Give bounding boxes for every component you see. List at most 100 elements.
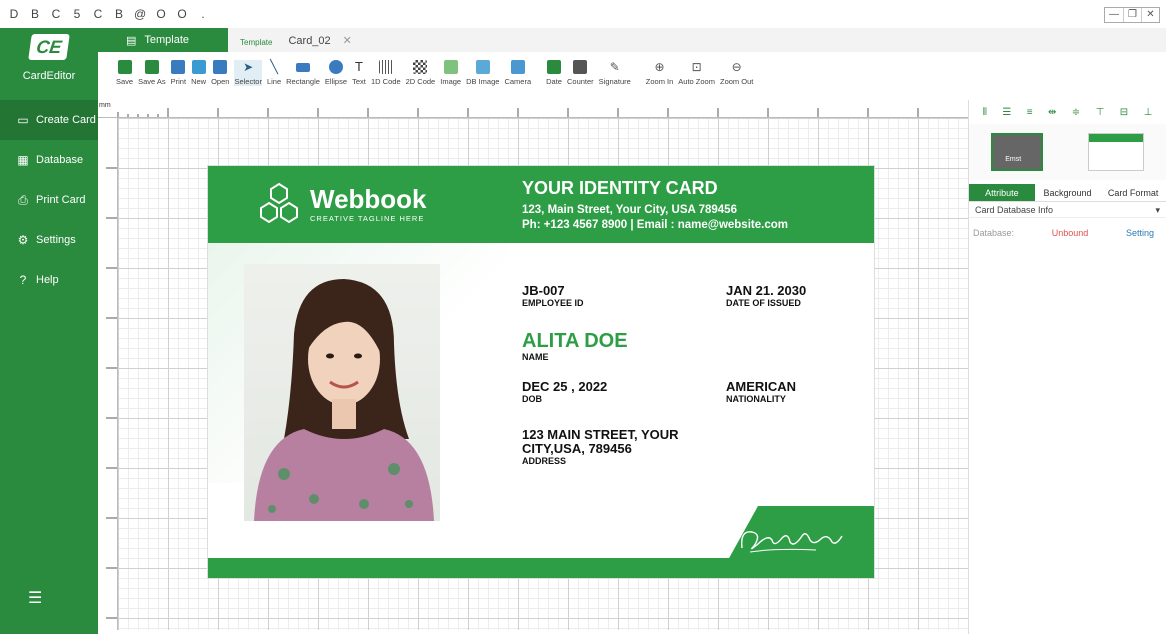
align-bottom-icon[interactable]: ⊥: [1144, 107, 1153, 118]
image-tool[interactable]: Image: [440, 60, 461, 86]
qrcode-2d-tool[interactable]: 2D Code: [406, 60, 435, 86]
selector-tool[interactable]: ➤ Selector: [234, 60, 262, 86]
app-name: CardEditor: [22, 70, 76, 82]
window-controls: — ❐ ✕: [1104, 7, 1160, 23]
auto-zoom-icon: ⊡: [691, 60, 702, 74]
sidebar-item-label: Database: [36, 154, 84, 166]
name-field[interactable]: ALITA DOE NAME: [522, 330, 628, 363]
employee-photo[interactable]: [244, 264, 440, 521]
date-tool[interactable]: Date: [546, 60, 562, 86]
counter-tool[interactable]: Counter: [567, 60, 594, 86]
distribute-vertical-icon[interactable]: ≑: [1072, 107, 1080, 118]
date-issued-label: DATE OF ISSUED: [726, 298, 801, 308]
sidebar-item-label: Create Card: [36, 114, 96, 126]
sidebar-item-label: Print Card: [36, 194, 86, 206]
print-button[interactable]: Print: [171, 60, 186, 86]
line-tool[interactable]: ╲ Line: [267, 59, 281, 87]
ruler-ticks-vertical: [106, 167, 117, 619]
brand-logo[interactable]: Webbook CREATIVE TAGLINE HERE: [256, 182, 427, 226]
sidebar-item-settings[interactable]: ⚙ Settings: [0, 220, 98, 260]
camera-icon: [510, 60, 525, 74]
address-field[interactable]: 123 MAIN STREET, YOUR CITY,USA, 789456 A…: [522, 428, 679, 467]
signature-tool[interactable]: ✎ Signature: [599, 60, 631, 86]
card-title[interactable]: YOUR IDENTITY CARD: [522, 178, 718, 199]
align-right-icon[interactable]: ≡: [1027, 107, 1033, 118]
db-image-tool[interactable]: DB Image: [466, 60, 499, 86]
save-as-icon: [144, 60, 159, 74]
card-side-thumbnails: Emst: [969, 124, 1166, 180]
tab-attribute[interactable]: Attribute: [969, 184, 1035, 202]
zoom-in-button[interactable]: ⊕ Zoom In: [646, 60, 674, 86]
align-middle-icon[interactable]: ⊟: [1120, 107, 1128, 118]
address-value-line2: CITY,USA, 789456: [522, 441, 632, 456]
collapse-menu-icon[interactable]: ☰: [28, 588, 42, 608]
history-icon[interactable]: O: [176, 7, 188, 21]
front-thumbnail[interactable]: Emst: [991, 133, 1044, 171]
text-tool[interactable]: T Text: [352, 60, 366, 87]
rectangle-tool[interactable]: Rectangle: [286, 60, 320, 86]
nationality-label: NATIONALITY: [726, 394, 786, 404]
sidebar-item-create-card[interactable]: ▭ Create Card: [0, 100, 98, 140]
barcode-1d-tool[interactable]: 1D Code: [371, 60, 401, 86]
vertical-ruler: [98, 118, 118, 630]
new-card-icon: [191, 60, 206, 74]
sidebar-item-print-card[interactable]: ⎙ Print Card: [0, 180, 98, 220]
card-company-address[interactable]: 123, Main Street, Your City, USA 789456: [522, 204, 737, 216]
close-window-icon[interactable]: ✕: [1141, 8, 1159, 22]
folder-icon: [213, 60, 228, 74]
line-icon: ╲: [270, 59, 278, 74]
tab-template-sub[interactable]: Template: [228, 38, 284, 52]
align-top-icon[interactable]: ⊤: [1096, 107, 1105, 118]
tab-background[interactable]: Background: [1034, 184, 1101, 202]
id-card[interactable]: Webbook CREATIVE TAGLINE HERE YOUR IDENT…: [208, 166, 874, 578]
clock-icon[interactable]: O: [155, 7, 167, 21]
sidebar-item-label: Help: [36, 274, 59, 286]
sidebar-item-database[interactable]: ▦ Database: [0, 140, 98, 180]
sidebar-item-label: Settings: [36, 234, 76, 246]
sidebar-item-help[interactable]: ? Help: [0, 260, 98, 300]
design-canvas[interactable]: Webbook CREATIVE TAGLINE HERE YOUR IDENT…: [118, 118, 968, 630]
camera-tool[interactable]: Camera: [504, 60, 531, 86]
align-left-icon[interactable]: ⫴: [983, 107, 987, 118]
align-center-icon[interactable]: ☰: [1002, 107, 1011, 118]
card-contact[interactable]: Ph: +123 4567 8900 | Email : name@websit…: [522, 219, 788, 231]
tab-card-02[interactable]: Card_02 ✕: [284, 34, 357, 52]
ruler-unit: mm: [99, 102, 111, 109]
quick-access-bar: D B C 5 C B @ O O . — ❐ ✕: [0, 0, 1166, 28]
auto-zoom-button[interactable]: ⊡ Auto Zoom: [678, 60, 715, 86]
distribute-horizontal-icon[interactable]: ⇹: [1048, 107, 1056, 118]
grid-icon[interactable]: B: [113, 7, 125, 21]
panel-tabs: Attribute Background Card Format: [969, 184, 1166, 202]
save-icon[interactable]: B: [29, 7, 41, 21]
undo-icon[interactable]: 5: [71, 7, 83, 21]
chevron-down-icon: ▾: [1155, 205, 1160, 215]
alignment-toolbar: ⫴ ☰ ≡ ⇹ ≑ ⊤ ⊟ ⊥: [969, 100, 1166, 124]
dob-field[interactable]: DEC 25 , 2022 DOB: [522, 380, 607, 405]
maximize-icon[interactable]: ❐: [1123, 8, 1141, 22]
minimize-icon[interactable]: —: [1105, 8, 1123, 22]
zoom-out-button[interactable]: ⊖ Zoom Out: [720, 60, 753, 86]
employee-id-field[interactable]: JB-007 EMPLOYEE ID: [522, 284, 584, 309]
save-button[interactable]: Save: [116, 60, 133, 86]
dropdown-icon[interactable]: .: [197, 7, 209, 21]
save-as-button[interactable]: Save As: [138, 60, 166, 86]
calendar-icon: [547, 60, 562, 74]
new-button[interactable]: New: [191, 60, 206, 86]
back-thumbnail[interactable]: [1087, 133, 1144, 171]
new-doc-icon[interactable]: D: [8, 7, 20, 21]
open-button[interactable]: Open: [211, 60, 229, 86]
database-info-dropdown[interactable]: Card Database Info ▾: [969, 202, 1166, 218]
card-header[interactable]: Webbook CREATIVE TAGLINE HERE YOUR IDENT…: [208, 166, 874, 243]
database-setting-link[interactable]: Setting: [1126, 228, 1154, 238]
ellipse-tool[interactable]: Ellipse: [325, 60, 347, 86]
tab-card-format[interactable]: Card Format: [1100, 184, 1166, 202]
refresh-icon[interactable]: C: [50, 7, 62, 21]
web-icon[interactable]: @: [134, 7, 146, 21]
database-icon: ▦: [17, 153, 29, 167]
close-tab-icon[interactable]: ✕: [343, 34, 352, 47]
redo-icon[interactable]: C: [92, 7, 104, 21]
signature-image[interactable]: [736, 522, 846, 556]
nationality-field[interactable]: AMERICAN NATIONALITY: [726, 380, 796, 405]
date-issued-field[interactable]: JAN 21. 2030 DATE OF ISSUED: [726, 284, 806, 309]
tab-template[interactable]: ▤ Template: [98, 28, 228, 52]
